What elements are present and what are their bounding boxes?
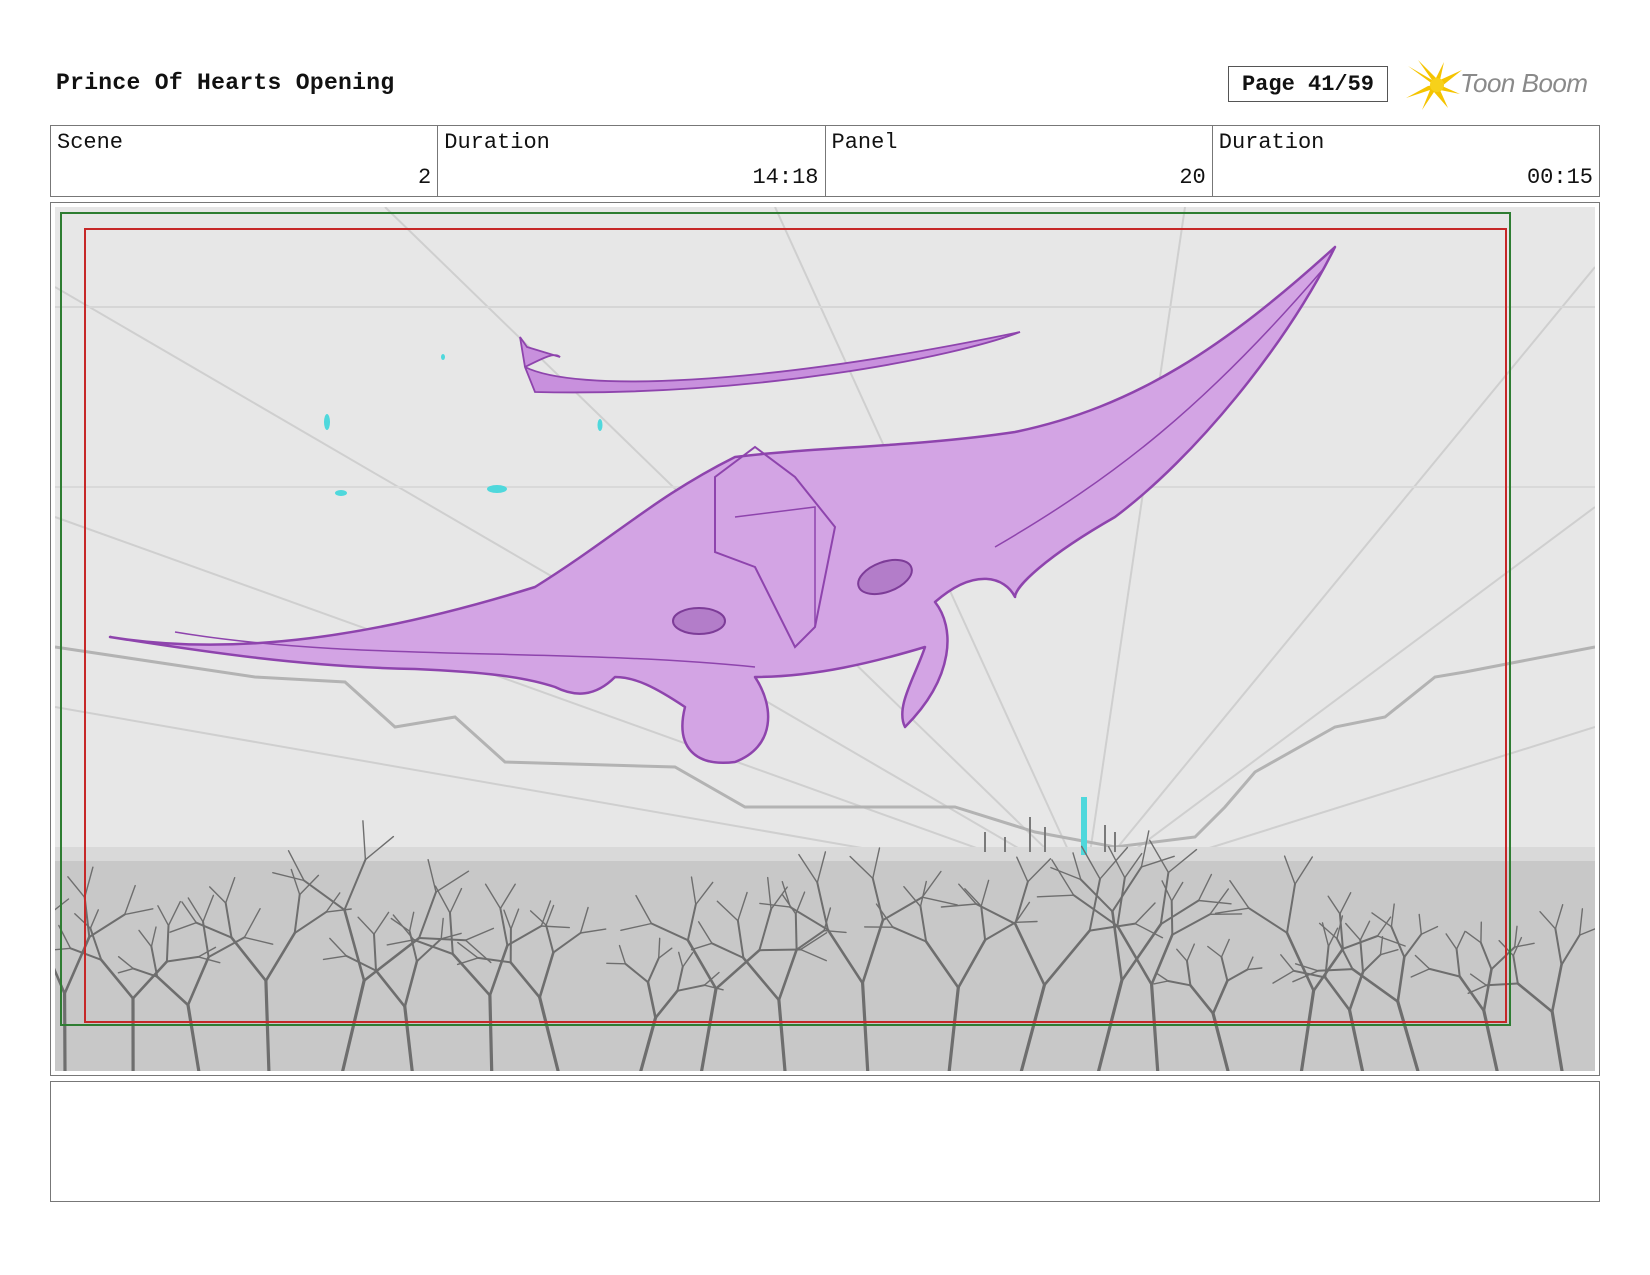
storyboard-panel	[50, 202, 1600, 1076]
logo-text: Toon Boom	[1460, 68, 1588, 98]
scene-cell: Scene 2	[51, 126, 439, 196]
panel-duration-value: 00:15	[1526, 165, 1593, 190]
scene-duration-label: Duration	[444, 130, 550, 155]
panel-label: Panel	[831, 130, 898, 155]
scene-label: Scene	[57, 130, 124, 155]
toon-boom-logo: Toon Boom	[1404, 58, 1600, 112]
scene-duration-value: 14:18	[752, 165, 819, 190]
ground	[55, 857, 1595, 1071]
panel-value: 20	[1179, 165, 1206, 190]
panel-duration-cell: Duration 00:15	[1213, 126, 1599, 196]
starburst-icon	[1406, 60, 1462, 110]
storyboard-title: Prince Of Hearts Opening	[56, 70, 395, 96]
page-indicator: Page 41/59	[1228, 66, 1388, 102]
panel-cell: Panel 20	[826, 126, 1213, 196]
notes-area[interactable]	[50, 1081, 1600, 1202]
scene-value: 2	[418, 165, 432, 190]
panel-drawing	[55, 207, 1595, 1071]
scene-duration-cell: Duration 14:18	[438, 126, 826, 196]
panel-duration-label: Duration	[1218, 130, 1325, 155]
scene-info-row: Scene 2 Duration 14:18 Panel 20 Duration…	[50, 125, 1600, 197]
